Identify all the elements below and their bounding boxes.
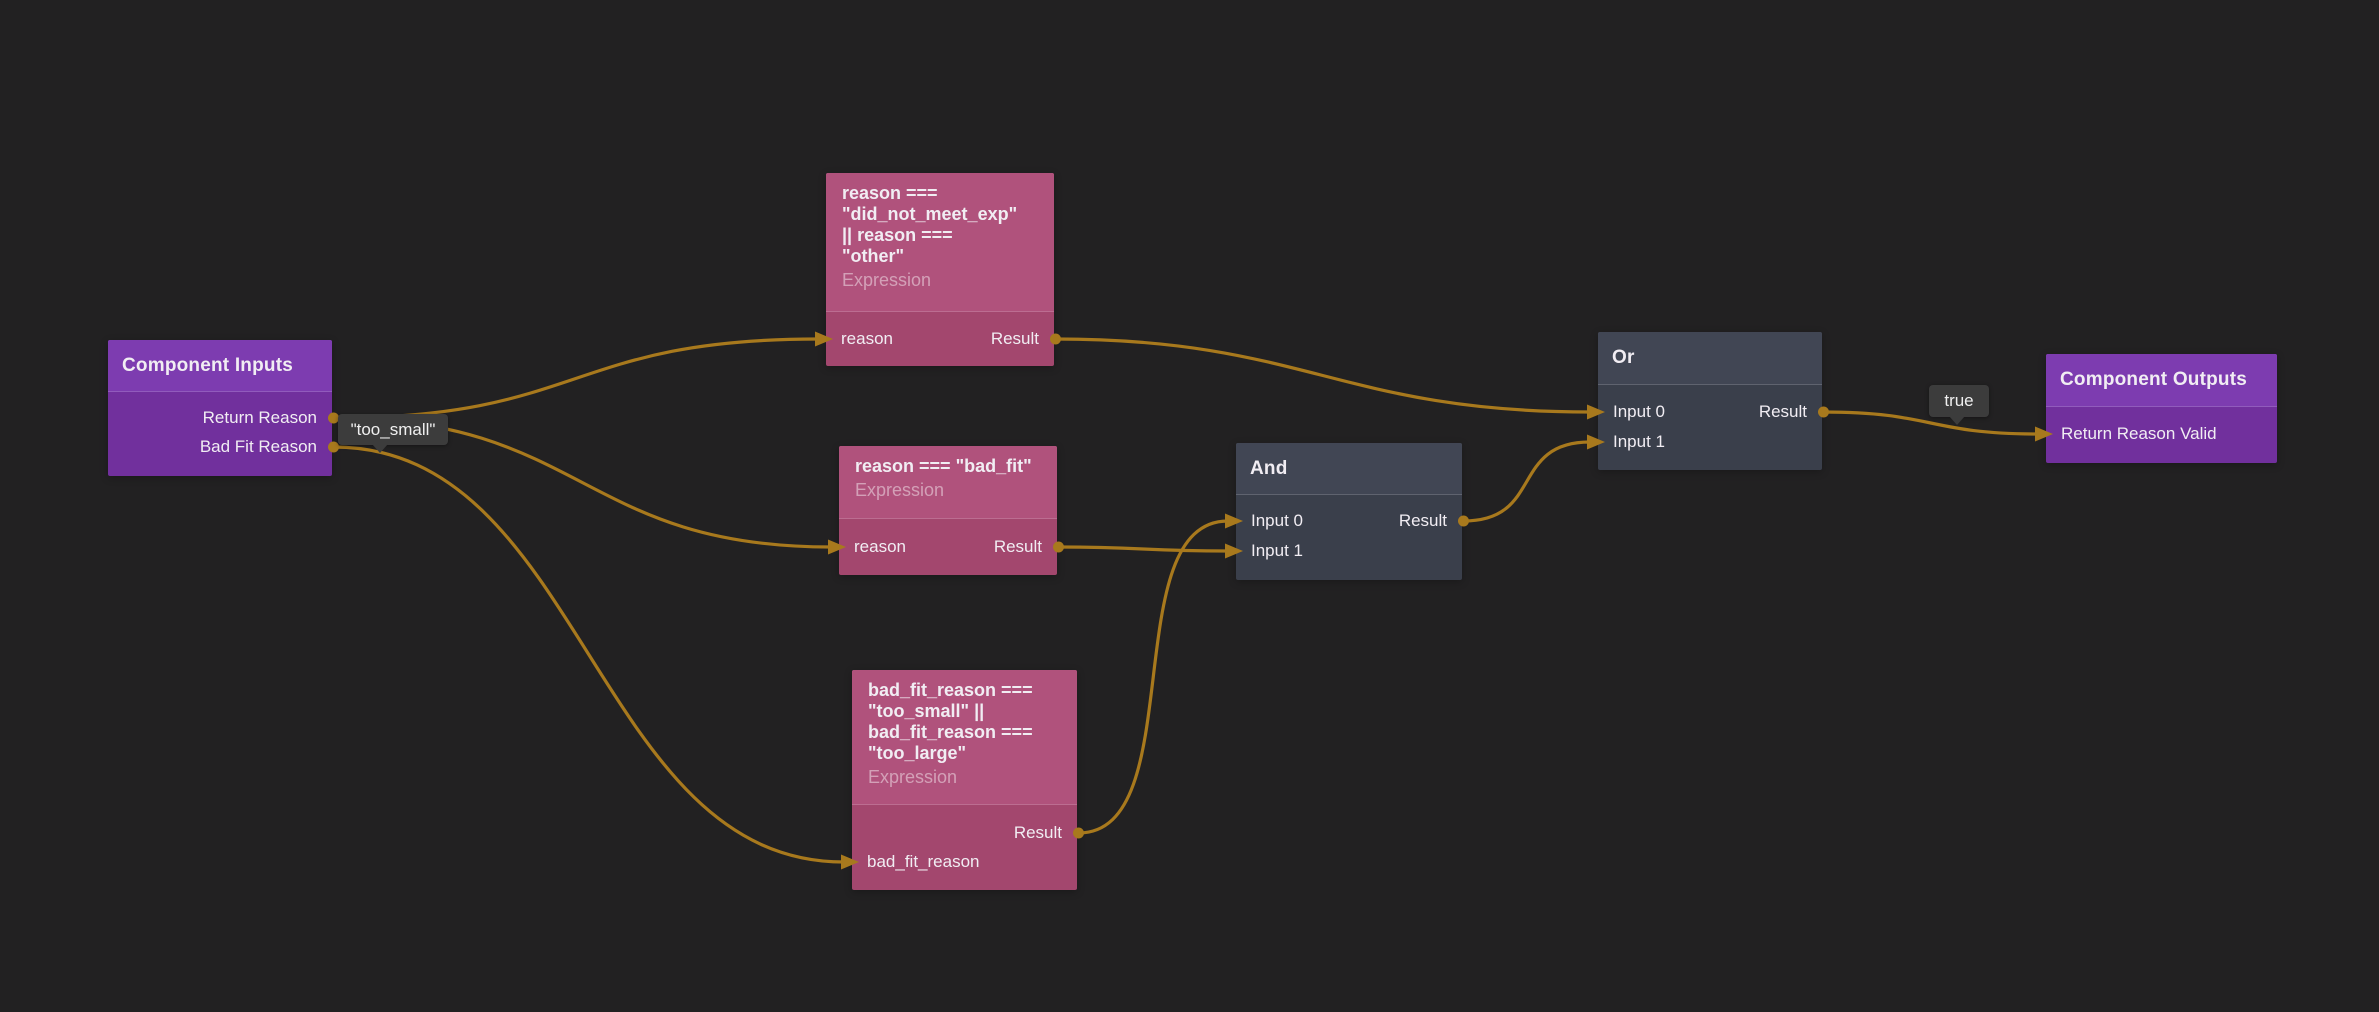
output-port-label: Bad Fit Reason (200, 432, 317, 462)
input-port-label: reason (854, 532, 906, 562)
input-port-label: Input 0 (1251, 506, 1303, 536)
node-subtitle: Expression (855, 480, 1041, 501)
node-title: Component Inputs (108, 340, 332, 391)
port-row: Result (852, 818, 1077, 848)
node-expr-did-not-meet-exp[interactable]: reason ==="did_not_meet_exp"|| reason ==… (826, 173, 1054, 366)
node-title-line: "did_not_meet_exp" (842, 204, 1038, 225)
input-port-label: bad_fit_reason (867, 847, 979, 877)
port-row: Bad Fit Reason (108, 432, 332, 462)
node-title-line: bad_fit_reason === (868, 722, 1061, 743)
output-port[interactable] (1818, 407, 1829, 418)
input-port-label: reason (841, 324, 893, 354)
node-title: Component Outputs (2046, 354, 2277, 406)
port-row: reason Result (839, 532, 1057, 562)
tooltip-text: "too_small" (351, 420, 436, 440)
node-title-line: reason === (842, 183, 1038, 204)
port-row: Return Reason Valid (2046, 419, 2277, 449)
output-port[interactable] (1050, 334, 1061, 345)
nodes-container: Component Inputs Return ReasonBad Fit Rea… (0, 0, 2379, 1012)
node-canvas[interactable]: Component Inputs Return ReasonBad Fit Rea… (0, 0, 2379, 1012)
port-row: Input 0 Result (1598, 397, 1822, 427)
input-port-label: Input 0 (1613, 397, 1665, 427)
node-title: And (1236, 443, 1462, 494)
port-row: reason Result (826, 324, 1054, 354)
node-header[interactable]: Component Outputs (2046, 354, 2277, 407)
tooltip-tail (372, 444, 388, 453)
node-component-inputs[interactable]: Component Inputs Return ReasonBad Fit Rea… (108, 340, 332, 476)
node-title: reason === "bad_fit" Expression (839, 446, 1057, 501)
port-row: bad_fit_reason (852, 847, 1077, 877)
output-port[interactable] (1458, 516, 1469, 527)
value-tooltip: true (1929, 385, 1989, 417)
tooltip-tail (1949, 416, 1965, 425)
output-port-label: Result (1014, 818, 1062, 848)
output-port-label: Result (1759, 397, 1807, 427)
input-port-label: Input 1 (1251, 536, 1303, 566)
output-port-label: Return Reason (203, 403, 317, 433)
node-title: bad_fit_reason ==="too_small" ||bad_fit_… (852, 670, 1077, 788)
node-expr-bad-fit[interactable]: reason === "bad_fit" Expression reason Resu… (839, 446, 1057, 575)
node-title-line: "too_large" (868, 743, 1061, 764)
port-row: Input 0 Result (1236, 506, 1462, 536)
port-row: Return Reason (108, 403, 332, 433)
output-port[interactable] (1073, 828, 1084, 839)
tooltip-text: true (1944, 391, 1973, 411)
output-port[interactable] (328, 442, 339, 453)
port-row: Input 1 (1598, 427, 1822, 457)
node-header[interactable]: Component Inputs (108, 340, 332, 392)
input-port-label: Return Reason Valid (2061, 419, 2217, 449)
node-header[interactable]: Or (1598, 332, 1822, 385)
port-row: Input 1 (1236, 536, 1462, 566)
value-tooltip: "too_small" (338, 414, 448, 445)
node-subtitle: Expression (868, 767, 1061, 788)
output-port-label: Result (991, 324, 1039, 354)
node-title: Or (1598, 332, 1822, 384)
node-title-line: "other" (842, 246, 1038, 267)
node-title: reason ==="did_not_meet_exp"|| reason ==… (826, 173, 1054, 291)
output-port-label: Result (994, 532, 1042, 562)
node-header[interactable]: reason === "bad_fit" Expression (839, 446, 1057, 519)
node-header[interactable]: bad_fit_reason ==="too_small" ||bad_fit_… (852, 670, 1077, 805)
node-subtitle: Expression (842, 270, 1038, 291)
node-or[interactable]: Or Input 0 Result Input 1 (1598, 332, 1822, 470)
node-expr-bad-fit-reason[interactable]: bad_fit_reason ==="too_small" ||bad_fit_… (852, 670, 1077, 890)
output-port[interactable] (1053, 542, 1064, 553)
node-header[interactable]: reason ==="did_not_meet_exp"|| reason ==… (826, 173, 1054, 312)
node-title-line: bad_fit_reason === (868, 680, 1061, 701)
node-title-line: "too_small" || (868, 701, 1061, 722)
input-port-label: Input 1 (1613, 427, 1665, 457)
node-title-line: reason === "bad_fit" (855, 456, 1041, 477)
node-and[interactable]: And Input 0 Result Input 1 (1236, 443, 1462, 580)
node-component-outputs[interactable]: Component Outputs Return Reason Valid (2046, 354, 2277, 463)
output-port-label: Result (1399, 506, 1447, 536)
node-title-line: || reason === (842, 225, 1038, 246)
node-header[interactable]: And (1236, 443, 1462, 495)
